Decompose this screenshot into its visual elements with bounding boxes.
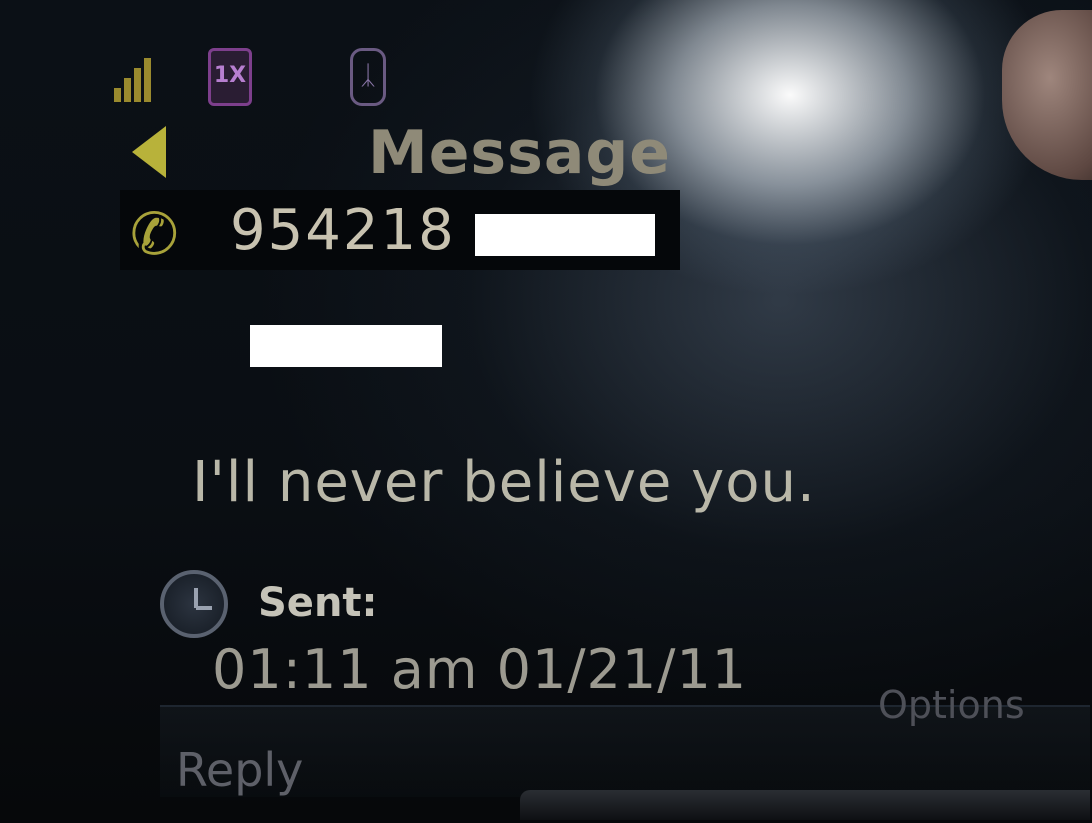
screen-header: Message bbox=[120, 118, 720, 188]
signal-strength-icon bbox=[110, 48, 154, 106]
sender-number: 954218 bbox=[230, 198, 456, 263]
clock-icon bbox=[160, 570, 228, 638]
sent-label: Sent: bbox=[258, 580, 378, 626]
finger-glare bbox=[1002, 10, 1092, 180]
phone-bezel bbox=[520, 790, 1090, 820]
redaction-box bbox=[475, 214, 655, 256]
page-title: Message bbox=[368, 118, 671, 188]
network-1x-icon: 1X bbox=[208, 48, 252, 106]
redaction-box bbox=[250, 325, 442, 367]
reply-button[interactable]: Reply bbox=[176, 743, 303, 797]
softkey-bar: Reply Options bbox=[160, 683, 1090, 797]
options-button[interactable]: Options bbox=[878, 683, 1025, 727]
sent-timestamp: 01:11 am 01/21/11 bbox=[212, 638, 748, 701]
phone-icon: ✆ bbox=[130, 200, 179, 268]
left-arrow-icon[interactable] bbox=[132, 126, 166, 178]
phone-screen: 1X ᛣ Message ✆ 954218 I'll never believe… bbox=[0, 0, 1092, 823]
message-body: I'll never believe you. bbox=[192, 450, 816, 515]
bluetooth-icon: ᛣ bbox=[350, 48, 386, 106]
